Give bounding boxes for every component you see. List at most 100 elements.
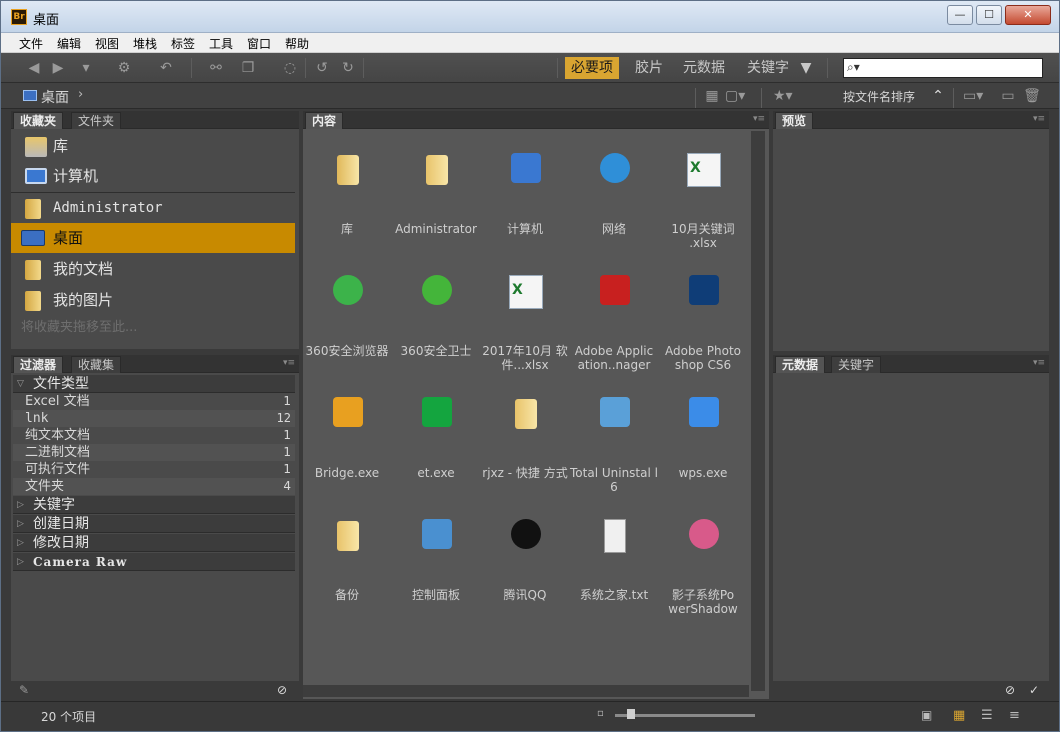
maximize-button[interactable]: ☐ [976,5,1002,25]
filter-row[interactable]: Excel 文档 1 [13,393,295,410]
metadata-tabbar: 元数据 关键字 ▾≡ [773,355,1049,373]
zoom-in-icon[interactable]: ▣ [921,708,932,722]
tab-content[interactable]: 内容 [305,112,344,129]
recent-folders-icon[interactable]: ⚙ [115,59,133,77]
menu-window[interactable]: 窗口 [247,35,271,52]
open-camera-raw-icon[interactable]: ◌ [281,59,299,77]
content-item[interactable]: 计算机 [481,131,569,253]
tab-preview[interactable]: 预览 [775,112,814,129]
breadcrumb-chevron-icon[interactable]: › [78,87,83,102]
favorite-desktop[interactable]: 桌面 [11,223,295,253]
panel-menu-icon[interactable]: ▾≡ [1033,114,1045,124]
content-item[interactable]: Total Uninstal l 6 [570,375,658,497]
content-item[interactable]: 2017年10月 软件...xlsx [481,253,569,375]
content-item[interactable]: Adobe Photo shop CS6 [659,253,747,375]
tab-metadata[interactable]: 元数据 [775,356,826,373]
filter-row[interactable]: 二进制文档 1 [13,444,295,461]
delete-icon[interactable]: 🗑 [1023,87,1041,105]
tab-filter[interactable]: 过滤器 [13,356,64,373]
forward-icon[interactable]: ▶ [49,59,67,77]
content-item[interactable]: 库 [303,131,391,253]
workspace-essentials[interactable]: 必要项 [565,57,619,79]
content-item[interactable]: Bridge.exe [303,375,391,497]
rotate-left-icon[interactable]: ↺ [313,59,331,77]
horizontal-scrollbar[interactable] [303,685,749,697]
workspace-filmstrip[interactable]: 胶片 [629,57,669,79]
clear-icon[interactable]: ⊘ [1005,683,1015,697]
breadcrumb[interactable]: 桌面 [41,87,69,107]
menu-edit[interactable]: 编辑 [57,35,81,52]
favorite-computer[interactable]: 计算机 [11,161,295,191]
content-item[interactable]: 控制面板 [392,497,480,619]
tab-collections[interactable]: 收藏集 [71,356,122,373]
search-input[interactable]: ⌕▾ [843,58,1043,78]
content-item[interactable]: 腾讯QQ [481,497,569,619]
clear-filter-icon[interactable]: ⊘ [277,683,287,697]
menu-tools[interactable]: 工具 [209,35,233,52]
favorite-administrator[interactable]: Administrator [11,193,295,223]
sort-by-filename-dropdown[interactable]: 按文件名排序 [843,88,915,105]
slider-handle[interactable] [627,709,635,719]
back-icon[interactable]: ◀ [25,59,43,77]
close-button[interactable]: ✕ [1005,5,1051,25]
content-item[interactable]: 网络 [570,131,658,253]
filter-row[interactable]: 文件夹 4 [13,478,295,495]
menu-file[interactable]: 文件 [19,35,43,52]
favorite-library[interactable]: 库 [11,131,295,161]
refine-icon[interactable]: ❐ [239,59,257,77]
filter-group-date-created[interactable]: ▷ 创建日期 [13,515,295,533]
content-item[interactable]: rjxz - 快捷 方式 [481,375,569,497]
content-item[interactable]: Administrator [392,131,480,253]
filter-group-camera-raw[interactable]: ▷ Camera Raw [13,553,295,571]
filter-group-date-modified[interactable]: ▷ 修改日期 [13,534,295,552]
vertical-scrollbar[interactable] [751,131,765,691]
panel-menu-icon[interactable]: ▾≡ [1033,358,1045,368]
open-recent-folder-icon[interactable]: ▭▾ [963,87,983,105]
pin-icon[interactable]: ✎ [19,683,29,697]
workspace-menu-chevron-icon[interactable]: ▼ [797,59,815,77]
rotate-right-icon[interactable]: ↻ [339,59,357,77]
panel-menu-icon[interactable]: ▾≡ [753,114,765,124]
filter-row[interactable]: 纯文本文档 1 [13,427,295,444]
workspace-metadata[interactable]: 元数据 [677,57,731,79]
menu-label[interactable]: 标签 [171,35,195,52]
view-mode-icon[interactable]: ▢▾ [725,87,745,105]
view-details-icon[interactable]: ☰ [981,708,993,723]
panel-menu-icon[interactable]: ▾≡ [283,358,295,368]
tab-favorites[interactable]: 收藏夹 [13,112,64,129]
content-item[interactable]: 系统之家.txt [570,497,658,619]
content-item[interactable]: 备份 [303,497,391,619]
menu-stack[interactable]: 堆栈 [133,35,157,52]
return-icon[interactable]: ↶ [157,59,175,77]
view-list-icon[interactable]: ≡ [1009,708,1020,723]
view-thumbnails-icon[interactable]: ▦ [953,708,965,723]
thumbnail-size-slider[interactable] [615,714,755,717]
chevron-down-icon[interactable]: ▾ [77,59,95,77]
filter-row[interactable]: 可执行文件 1 [13,461,295,478]
new-folder-icon[interactable]: ▭ [999,87,1017,105]
content-item[interactable]: Adobe Applic ation..nager [570,253,658,375]
filter-group-keywords[interactable]: ▷ 关键字 [13,496,295,514]
content-item[interactable]: wps.exe [659,375,747,497]
content-item[interactable]: 360安全浏览器 [303,253,391,375]
workspace-keywords[interactable]: 关键字 [741,57,795,79]
tab-folders[interactable]: 文件夹 [71,112,122,129]
zoom-out-icon[interactable]: ▫ [597,708,604,719]
thumbnail-quality-icon[interactable]: ▦ [703,87,721,105]
tab-keywords[interactable]: 关键字 [831,356,882,373]
content-item[interactable]: 10月关键词 .xlsx [659,131,747,253]
content-item[interactable]: et.exe [392,375,480,497]
star-filter-icon[interactable]: ★▾ [773,87,793,105]
menu-help[interactable]: 帮助 [285,35,309,52]
apply-checkmark-icon[interactable]: ✓ [1029,683,1039,697]
favorite-my-documents[interactable]: 我的文档 [11,254,295,284]
filter-row[interactable]: lnk 12 [13,410,295,427]
content-item[interactable]: 影子系统Po werShadow [659,497,747,619]
sort-direction-icon[interactable]: ⌃ [929,87,947,105]
get-photos-icon[interactable]: ⚯ [207,59,225,77]
minimize-button[interactable]: — [947,5,973,25]
filter-group-file-type[interactable]: ▽ 文件类型 [13,375,295,393]
favorite-my-pictures[interactable]: 我的图片 [11,285,295,315]
content-item[interactable]: 360安全卫士 [392,253,480,375]
menu-view[interactable]: 视图 [95,35,119,52]
